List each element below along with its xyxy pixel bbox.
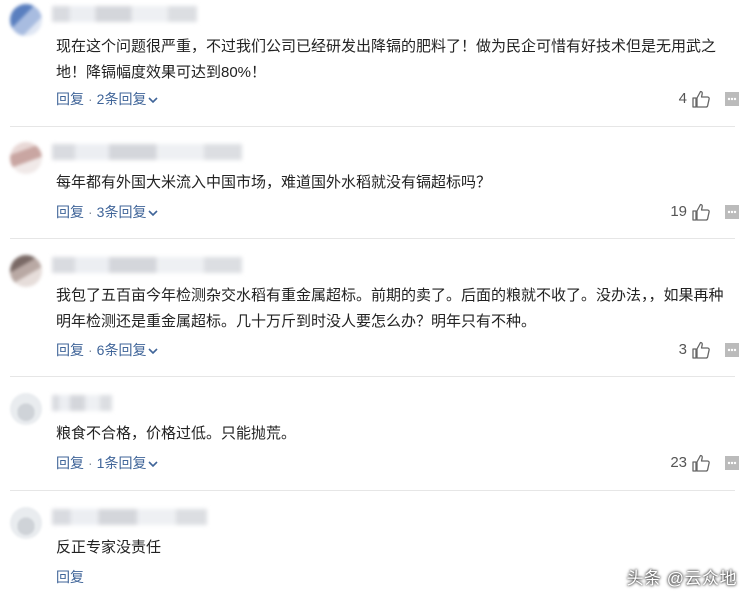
separator: · xyxy=(88,342,93,358)
more-options-button[interactable] xyxy=(725,453,739,473)
more-options-button[interactable] xyxy=(725,89,739,109)
comment-actions: 回复 · 2条回复 xyxy=(56,89,159,109)
like-button[interactable]: 4 xyxy=(679,89,711,109)
comment-actions: 回复 · 6条回复 xyxy=(56,340,159,360)
separator: · xyxy=(88,455,93,471)
username[interactable] xyxy=(52,257,242,273)
more-icon xyxy=(725,205,739,219)
comment-text: 我包了五百亩今年检测杂交水稻有重金属超标。前期的卖了。后面的粮就不收了。没办法，… xyxy=(56,287,724,330)
username[interactable] xyxy=(52,6,197,22)
chevron-down-icon xyxy=(148,210,159,217)
thumbs-up-icon xyxy=(692,203,710,221)
separator: · xyxy=(88,91,93,107)
username[interactable] xyxy=(52,395,112,411)
thumbs-up-icon xyxy=(692,90,710,108)
like-count: 3 xyxy=(678,341,687,358)
avatar[interactable] xyxy=(10,4,42,36)
comment-text: 反正专家没责任 xyxy=(56,539,162,556)
reply-button[interactable]: 回复 xyxy=(56,342,84,358)
view-replies-button[interactable]: 2条回复 xyxy=(97,91,159,107)
watermark: 头条 @云众地 xyxy=(626,569,737,588)
comment-text: 现在这个问题很严重，不过我们公司已经研发出降镉的肥料了！做为民企可惜有好技术但是… xyxy=(56,38,717,81)
like-count: 23 xyxy=(670,454,687,471)
like-count: 19 xyxy=(670,203,687,220)
like-button[interactable]: 3 xyxy=(679,340,711,360)
view-replies-button[interactable]: 3条回复 xyxy=(97,204,159,220)
chevron-down-icon xyxy=(148,461,159,468)
username[interactable] xyxy=(52,509,207,525)
thumbs-up-icon xyxy=(692,454,710,472)
view-replies-button[interactable]: 6条回复 xyxy=(97,342,159,358)
separator: · xyxy=(88,204,93,220)
comment-item: 每年都有外国大米流入中国市场，难道国外水稻就没有镉超标吗？ 回复 · 3条回复 19 xyxy=(0,142,751,232)
comment-text: 粮食不合格，价格过低。只能抛荒。 xyxy=(56,425,297,442)
divider xyxy=(10,376,735,377)
more-options-button[interactable] xyxy=(725,340,739,360)
chevron-down-icon xyxy=(148,97,159,104)
reply-button[interactable]: 回复 xyxy=(56,204,84,220)
more-icon xyxy=(725,343,739,357)
like-button[interactable]: 23 xyxy=(670,453,711,473)
comment-item: 现在这个问题很严重，不过我们公司已经研发出降镉的肥料了！做为民企可惜有好技术但是… xyxy=(0,4,751,124)
like-button[interactable]: 19 xyxy=(670,202,711,222)
replies-count: 2条回复 xyxy=(96,91,147,107)
replies-count: 6条回复 xyxy=(96,342,147,358)
avatar[interactable] xyxy=(10,507,42,539)
thumbs-up-icon xyxy=(692,341,710,359)
replies-count: 1条回复 xyxy=(96,455,147,471)
comment-actions: 回复 xyxy=(56,567,84,587)
view-replies-button[interactable]: 1条回复 xyxy=(97,455,159,471)
like-count: 4 xyxy=(678,90,687,107)
avatar[interactable] xyxy=(10,255,42,287)
username[interactable] xyxy=(52,144,242,160)
comment-item: 粮食不合格，价格过低。只能抛荒。 回复 · 1条回复 23 xyxy=(0,393,751,483)
divider xyxy=(10,238,735,239)
comment-actions: 回复 · 1条回复 xyxy=(56,453,159,473)
reply-button[interactable]: 回复 xyxy=(56,569,84,585)
chevron-down-icon xyxy=(148,348,159,355)
divider xyxy=(10,490,735,491)
avatar[interactable] xyxy=(10,142,42,174)
divider xyxy=(10,126,735,127)
reply-button[interactable]: 回复 xyxy=(56,91,84,107)
comment-item: 我包了五百亩今年检测杂交水稻有重金属超标。前期的卖了。后面的粮就不收了。没办法，… xyxy=(0,255,751,370)
comment-text: 每年都有外国大米流入中国市场，难道国外水稻就没有镉超标吗？ xyxy=(56,174,492,191)
replies-count: 3条回复 xyxy=(96,204,147,220)
more-options-button[interactable] xyxy=(725,202,739,222)
avatar[interactable] xyxy=(10,393,42,425)
comment-actions: 回复 · 3条回复 xyxy=(56,202,159,222)
more-icon xyxy=(725,92,739,106)
more-icon xyxy=(725,456,739,470)
reply-button[interactable]: 回复 xyxy=(56,455,84,471)
